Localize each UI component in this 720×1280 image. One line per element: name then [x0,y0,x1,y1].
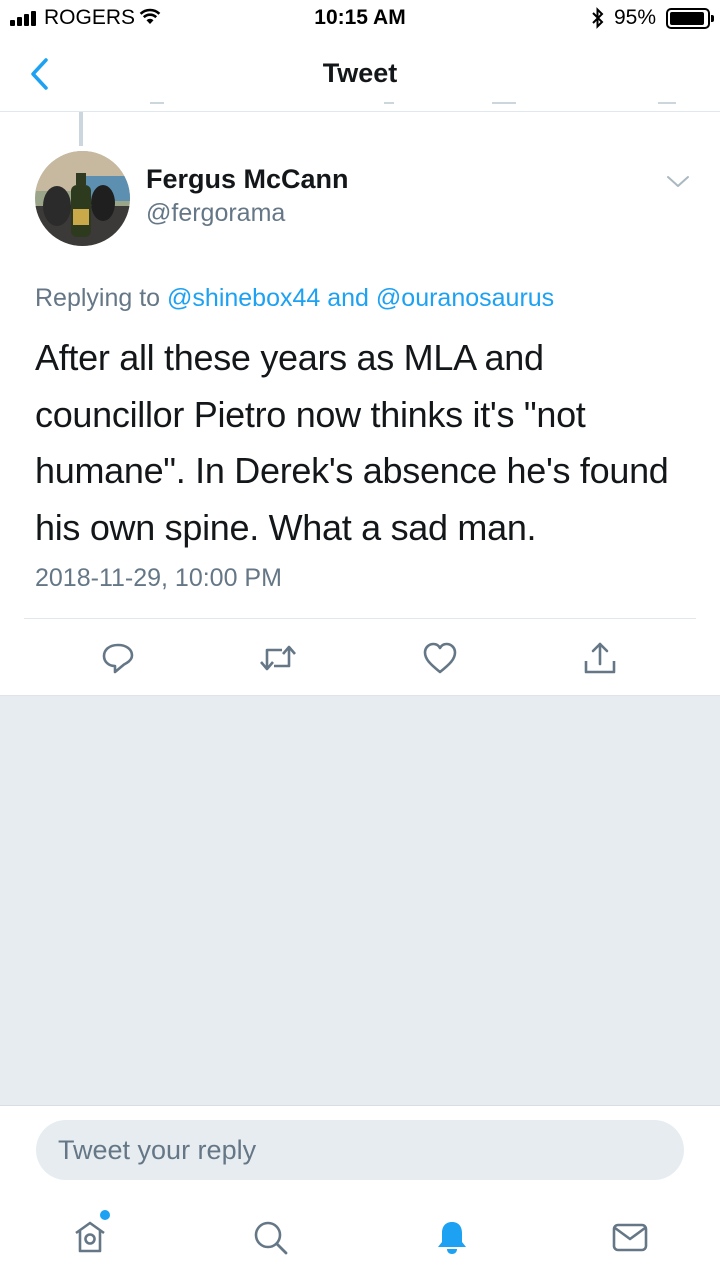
replying-to-label: Replying to [35,284,161,312]
heart-icon [423,642,457,674]
bluetooth-icon [590,6,606,35]
tab-bar [0,1185,720,1280]
share-button[interactable] [578,636,622,680]
divider [24,618,696,619]
empty-replies-area [0,695,720,1105]
tweet-actions [0,636,720,680]
clock: 10:15 AM [314,6,406,29]
messages-icon [612,1223,648,1252]
reply-bar: Tweet your reply [0,1105,720,1185]
tweet-options-button[interactable] [666,175,690,194]
status-bar: ROGERS 10:15 AM 95% [0,0,720,36]
tweet-timestamp: 2018-11-29, 10:00 PM [35,564,282,592]
reply-button[interactable] [96,636,140,680]
share-icon [584,642,616,674]
tweet-text: After all these years as MLA and council… [35,337,669,548]
reply-icon [102,643,134,674]
mention-link[interactable]: @ouranosaurus [376,284,554,312]
battery-icon [666,8,714,29]
reply-input[interactable]: Tweet your reply [36,1120,684,1180]
chevron-down-icon [667,176,689,187]
notifications-icon [438,1222,466,1254]
tab-home[interactable] [68,1215,112,1259]
author-handle[interactable]: @fergorama [146,199,285,228]
replying-to-line: Replying to @shinebox44 and @ouranosauru… [35,284,554,313]
tab-search[interactable] [248,1215,292,1259]
tab-messages[interactable] [608,1215,652,1259]
retweet-button[interactable] [256,636,300,680]
avatar[interactable] [35,151,130,246]
home-notification-dot [100,1210,110,1220]
home-icon [75,1221,105,1253]
battery-percent: 95% [614,6,657,29]
search-icon [254,1221,288,1255]
mention-conjunction[interactable]: and [327,284,369,312]
navigation-bar: Tweet [0,36,720,112]
thread-connector-line [79,112,83,146]
tab-notifications[interactable] [430,1215,474,1259]
author-name[interactable]: Fergus McCann [146,164,349,195]
previous-tweet-actions-edge [0,102,720,112]
like-button[interactable] [418,636,462,680]
mention-link[interactable]: @shinebox44 [167,284,320,312]
page-title: Tweet [322,58,398,88]
retweet-icon [260,645,296,671]
